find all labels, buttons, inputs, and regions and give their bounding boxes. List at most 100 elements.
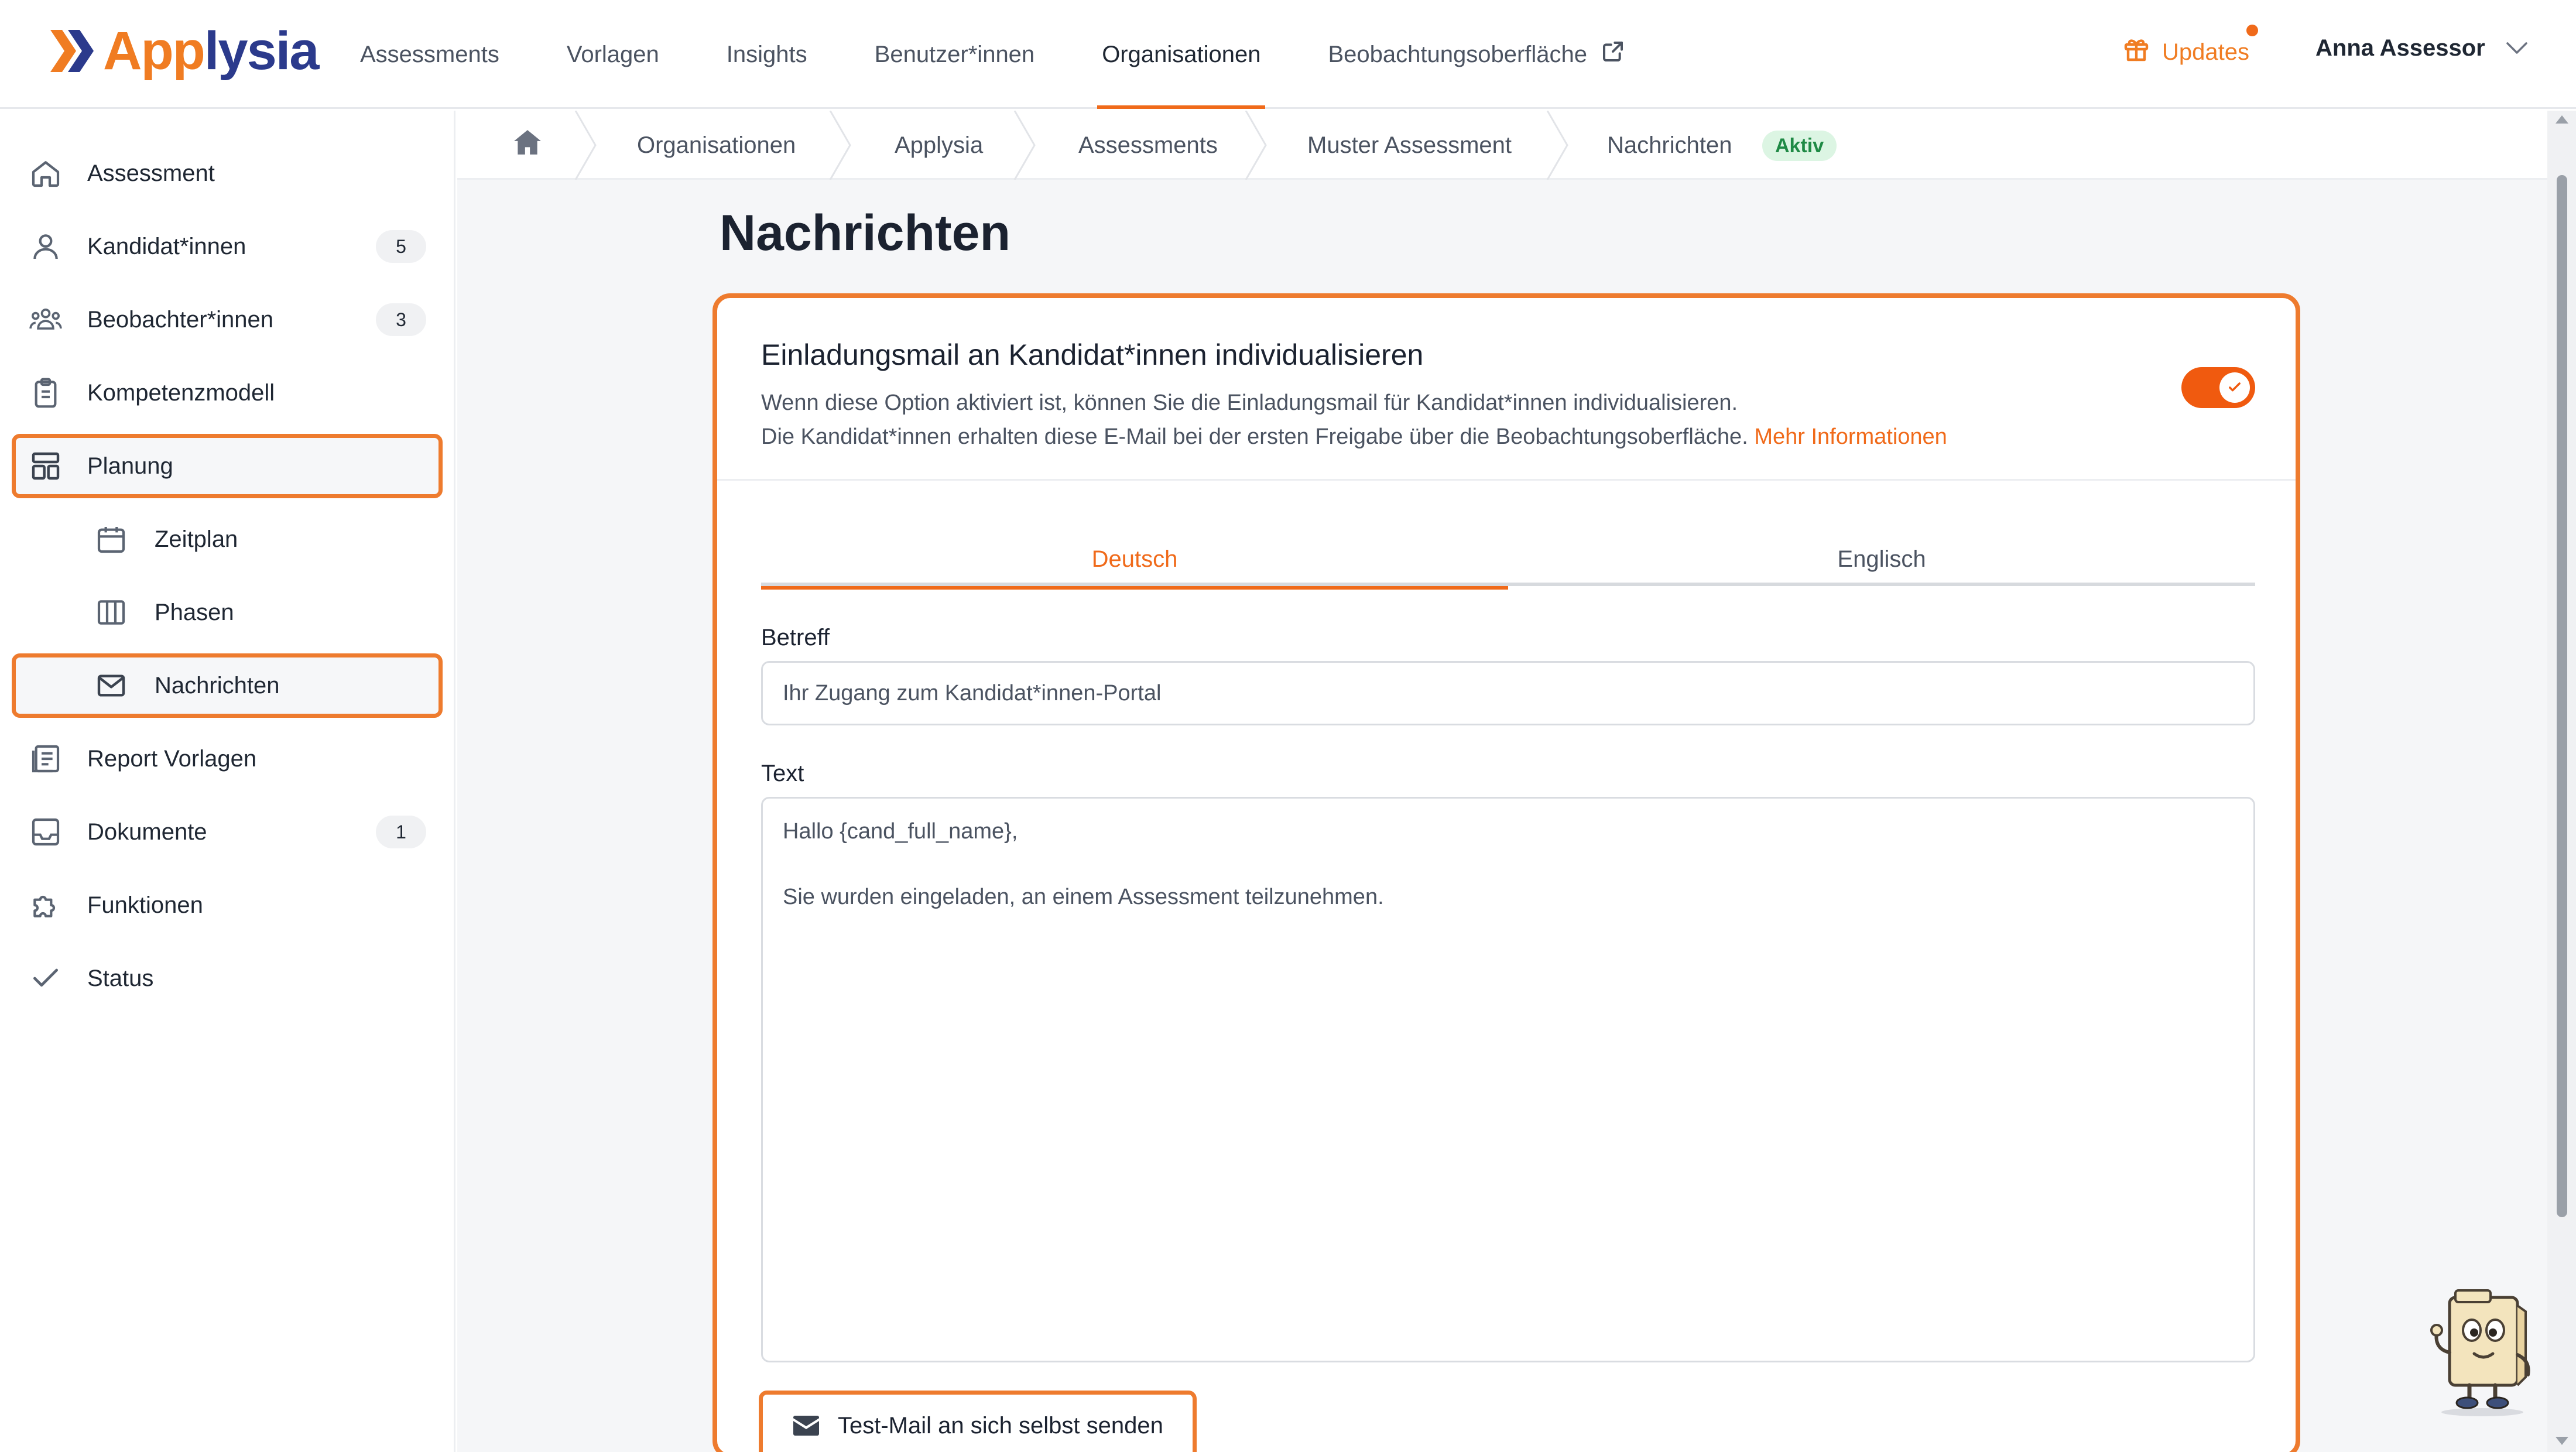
- sidebar-item-zeitplan[interactable]: Zeitplan: [12, 507, 443, 571]
- sidebar-item-label: Kandidat*innen: [87, 233, 246, 259]
- breadcrumb-muster-assessment[interactable]: Muster Assessment: [1307, 111, 1512, 180]
- nav-assessments[interactable]: Assessments: [360, 0, 499, 109]
- nav-vorlagen[interactable]: Vorlagen: [567, 0, 659, 109]
- envelope-icon: [792, 1415, 820, 1437]
- main-content: Organisationen Applysia Assessments Must…: [457, 111, 2547, 1452]
- user-name: Anna Assessor: [2315, 35, 2485, 61]
- updates-label: Updates: [2162, 39, 2249, 65]
- sidebar-item-label: Nachrichten: [155, 672, 280, 698]
- home-icon: [513, 129, 542, 162]
- nav-benutzer-innen[interactable]: Benutzer*innen: [875, 0, 1035, 109]
- sidebar-item-kompetenzmodell[interactable]: Kompetenzmodell: [12, 361, 443, 425]
- subject-input[interactable]: [761, 661, 2255, 725]
- tab-deutsch[interactable]: Deutsch: [761, 532, 1508, 590]
- breadcrumb-organisationen[interactable]: Organisationen: [637, 111, 796, 180]
- tab-englisch[interactable]: Englisch: [1508, 532, 2255, 586]
- applysia-logo[interactable]: Applysia: [50, 19, 320, 83]
- sidebar-item-assessment[interactable]: Assessment: [12, 141, 443, 206]
- scrollbar-thumb[interactable]: [2557, 175, 2567, 1217]
- inbox-icon: [29, 816, 62, 848]
- sidebar-item-nachrichten[interactable]: Nachrichten: [12, 653, 443, 718]
- breadcrumb-separator-icon: [1245, 111, 1267, 180]
- page-scrollbar[interactable]: [2547, 111, 2576, 1452]
- check-icon: [2229, 382, 2241, 392]
- sidebar-item-label: Report Vorlagen: [87, 745, 257, 772]
- mail-icon: [95, 669, 128, 702]
- sidebar-item-dokumente[interactable]: Dokumente 1: [12, 800, 443, 864]
- sidebar: Assessment Kandidat*innen 5 Beobachter*i…: [0, 111, 455, 1452]
- sidebar-item-phasen[interactable]: Phasen: [12, 580, 443, 645]
- mascot-icon: [2430, 1289, 2530, 1416]
- users-icon: [29, 230, 62, 263]
- updates-notification-dot: [2246, 25, 2258, 36]
- nav-organisationen[interactable]: Organisationen: [1097, 0, 1266, 109]
- report-icon: [29, 742, 62, 775]
- updates-button[interactable]: Updates: [2122, 25, 2258, 69]
- top-navigation-bar: Applysia Assessments Vorlagen Insights B…: [0, 0, 2576, 109]
- scroll-down-arrow-icon[interactable]: [2556, 1437, 2568, 1445]
- language-tabs: Deutsch Englisch: [761, 532, 2255, 590]
- card-title: Einladungsmail an Kandidat*innen individ…: [761, 338, 1424, 371]
- sidebar-item-label: Planung: [87, 453, 173, 479]
- breadcrumb-home[interactable]: [513, 111, 542, 180]
- subject-label: Betreff: [761, 625, 830, 650]
- clipboard-icon: [29, 376, 62, 409]
- description-line-2: Die Kandidat*innen erhalten diese E-Mail…: [761, 424, 1748, 449]
- logo-chevrons-icon: [50, 28, 96, 74]
- page-title: Nachrichten: [720, 205, 1011, 261]
- message-text-area[interactable]: Hallo {cand_full_name}, Sie wurden einge…: [761, 797, 2255, 1362]
- sidebar-item-report-vorlagen[interactable]: Report Vorlagen: [12, 727, 443, 791]
- chevron-down-icon: [2505, 35, 2529, 61]
- description-line-1: Wenn diese Option aktiviert ist, können …: [761, 391, 1738, 415]
- breadcrumb: Organisationen Applysia Assessments Must…: [457, 111, 2547, 180]
- count-badge: 3: [376, 303, 426, 336]
- count-badge: 5: [376, 230, 426, 263]
- sidebar-item-beobachter-innen[interactable]: Beobachter*innen 3: [12, 287, 443, 352]
- gift-icon: [2122, 35, 2150, 69]
- sidebar-item-kandidat-innen[interactable]: Kandidat*innen 5: [12, 214, 443, 279]
- breadcrumb-nachrichten[interactable]: Nachrichten: [1607, 111, 1732, 180]
- sidebar-item-label: Dokumente: [87, 819, 207, 845]
- user-menu[interactable]: Anna Assessor: [2315, 35, 2529, 61]
- sidebar-item-label: Phasen: [155, 599, 234, 625]
- more-info-link[interactable]: Mehr Informationen: [1754, 424, 1947, 449]
- breadcrumb-separator-icon: [829, 111, 851, 180]
- sidebar-item-status[interactable]: Status: [12, 946, 443, 1011]
- logo-text-lysia: lysia: [204, 21, 320, 81]
- nav-insights[interactable]: Insights: [727, 0, 807, 109]
- puzzle-icon: [29, 889, 62, 922]
- breadcrumb-separator-icon: [1546, 111, 1568, 180]
- sidebar-item-label: Assessment: [87, 160, 215, 186]
- card-description: Wenn diese Option aktiviert ist, können …: [761, 386, 2108, 454]
- check-icon: [29, 962, 62, 995]
- breadcrumb-applysia[interactable]: Applysia: [895, 111, 983, 180]
- count-badge: 1: [376, 816, 426, 848]
- home-icon: [29, 157, 62, 190]
- sidebar-item-label: Funktionen: [87, 892, 203, 918]
- send-test-mail-label: Test-Mail an sich selbst senden: [838, 1412, 1163, 1439]
- sidebar-item-label: Zeitplan: [155, 526, 238, 552]
- sidebar-item-label: Beobachter*innen: [87, 306, 274, 333]
- invitation-mail-card: Einladungsmail an Kandidat*innen individ…: [712, 293, 2300, 1452]
- sidebar-item-planung[interactable]: Planung: [12, 434, 443, 498]
- calendar-icon: [95, 523, 128, 556]
- status-badge: Aktiv: [1762, 131, 1837, 161]
- group-icon: [29, 303, 62, 336]
- text-label: Text: [761, 761, 804, 786]
- breadcrumb-assessments[interactable]: Assessments: [1078, 111, 1218, 180]
- main-nav: Assessments Vorlagen Insights Benutzer*i…: [360, 0, 1692, 109]
- sidebar-item-funktionen[interactable]: Funktionen: [12, 873, 443, 937]
- external-link-icon: [1601, 40, 1625, 69]
- nav-beobachtungsoberflaeche-label: Beobachtungsoberfläche: [1328, 41, 1588, 67]
- card-header: Einladungsmail an Kandidat*innen individ…: [717, 298, 2296, 481]
- send-test-mail-button[interactable]: Test-Mail an sich selbst senden: [759, 1391, 1197, 1452]
- help-assistant-mascot[interactable]: [2424, 1282, 2541, 1417]
- scroll-up-arrow-icon[interactable]: [2556, 115, 2568, 124]
- layout-icon: [29, 450, 62, 482]
- customize-invitation-toggle[interactable]: [2181, 367, 2255, 408]
- breadcrumb-separator-icon: [574, 111, 597, 180]
- columns-icon: [95, 596, 128, 629]
- breadcrumb-separator-icon: [1013, 111, 1036, 180]
- sidebar-item-label: Kompetenzmodell: [87, 379, 275, 406]
- nav-beobachtungsoberflaeche[interactable]: Beobachtungsoberfläche: [1328, 0, 1625, 109]
